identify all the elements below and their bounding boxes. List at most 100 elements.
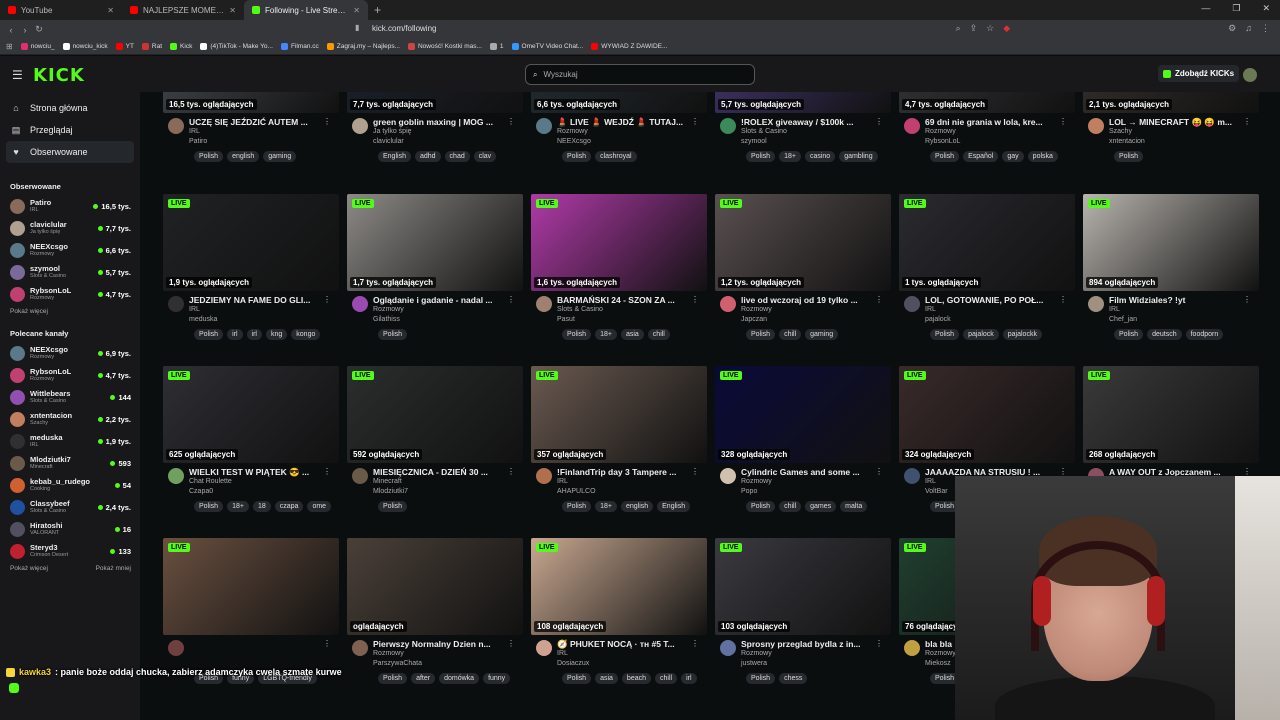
stream-thumbnail[interactable]: LIVE 894 oglądających [1083,194,1259,291]
stream-title[interactable]: live od wczoraj od 19 tylko ... [741,295,876,305]
streamer-avatar[interactable] [352,640,368,656]
streamer-avatar[interactable] [720,468,736,484]
tag-chip[interactable]: chill [779,329,802,340]
stream-title[interactable]: green goblin maxing | MOG ... [373,117,508,127]
bookmark[interactable]: Nowość! Kostki mas... [407,43,482,50]
stream-category[interactable]: Minecraft [373,478,402,485]
bookmark[interactable]: OmeTV Video Chat... [511,43,583,50]
bookmark[interactable]: nowciu_kick [62,43,108,50]
sidebar-channel[interactable]: szymool Slots & Casino 5,7 tys. [0,261,140,283]
tag-chip[interactable]: Polish [746,151,776,162]
streamer-name[interactable]: Pasut [557,316,575,323]
streamer-name[interactable]: justwera [741,660,767,667]
stream-card[interactable]: LIVE 357 oglądających !FinlandTrip day 3 T… [531,366,707,517]
kick-logo[interactable]: KICK [33,65,85,86]
stream-title[interactable]: 69 dni nie grania w lola, kre... [925,117,1060,127]
stream-title[interactable]: WIELKI TEST W PIĄTEK 😎 ... [189,467,324,478]
tag-chip[interactable]: gay [1002,151,1024,162]
tag-chip[interactable]: clashroyal [595,151,637,162]
streamer-avatar[interactable] [168,296,184,312]
more-options-icon[interactable]: ⋮ [691,295,699,304]
tag-chip[interactable]: Polish [746,673,776,684]
sidebar-channel[interactable]: Steryd3 Crimson Desert 133 [0,540,140,562]
stream-card[interactable]: LIVE 1,7 tys. oglądających Oglądanie i gad… [347,194,523,345]
zoom-icon[interactable]: ⌕ [956,23,961,34]
streamer-name[interactable]: Patiro [189,138,207,145]
streamer-name[interactable]: meduska [189,316,217,323]
tag-chip[interactable]: casino [804,151,836,162]
streamer-avatar[interactable] [536,640,552,656]
stream-title[interactable]: Cylindric Games and some ... [741,467,876,477]
tag-chip[interactable]: clav [473,151,497,162]
stream-title[interactable]: Sprosny przeglad bydla z in... [741,639,876,649]
show-less-button[interactable]: Pokaż mniej [96,565,131,572]
streamer-avatar[interactable] [904,468,920,484]
tag-chip[interactable]: asia [595,673,618,684]
stream-card[interactable]: 16,5 tys. oglądających UCZĘ SIĘ JEŹDZIĆ A… [163,92,339,167]
stream-category[interactable]: IRL [1109,306,1120,313]
streamer-name[interactable]: Miekosz [925,660,951,667]
tag-chip[interactable]: English [657,501,691,512]
show-more-followed[interactable]: Pokaż więcej [0,308,140,315]
tag-chip[interactable]: 18+ [779,151,801,162]
nav-following[interactable]: ♥ Obserwowane [6,141,134,163]
stream-thumbnail[interactable]: 5,7 tys. oglądających [715,92,891,113]
bookmark[interactable]: nowciu_ [20,43,55,50]
tag-chip[interactable]: english [620,501,654,512]
stream-card[interactable]: LIVE 103 oglądających Sprosny przeglad byd… [715,538,891,689]
tag-chip[interactable]: Polish [1114,151,1144,162]
more-options-icon[interactable]: ⋮ [1059,295,1067,304]
tag-chip[interactable]: irl [681,673,697,684]
tag-chip[interactable]: Polish [930,151,960,162]
stream-category[interactable]: IRL [925,306,936,313]
sidebar-channel[interactable]: xntentacion Szachy 2,2 tys. [0,408,140,430]
streamer-name[interactable]: Popo [741,488,757,495]
stream-title[interactable]: !ROLEX giveaway / $100k ... [741,117,876,127]
sidebar-channel[interactable]: RybsonLoL Rozmowy 4,7 tys. [0,364,140,386]
stream-thumbnail[interactable]: LIVE 1,6 tys. oglądających [531,194,707,291]
stream-thumbnail[interactable]: 2,1 tys. oglądających [1083,92,1259,113]
tag-chip[interactable]: gaming [805,329,839,340]
stream-title[interactable]: LOL → MINECRAFT 😝 😝 m... [1109,117,1244,128]
tag-chip[interactable]: funny [483,673,511,684]
extension-icon[interactable]: ◆ [1003,23,1010,34]
tag-chip[interactable]: Polish [562,329,592,340]
stream-category[interactable]: Chat Roulette [189,478,232,485]
more-options-icon[interactable]: ⋮ [507,295,515,304]
sidebar-channel[interactable]: NEEXcsgo Rozmowy 6,6 tys. [0,239,140,261]
stream-category[interactable]: IRL [189,128,200,135]
tag-chip[interactable]: Polish [378,501,408,512]
stream-title[interactable]: Film Widziales? !yt [1109,295,1244,305]
bookmark[interactable]: 1 [489,43,504,50]
more-options-icon[interactable]: ⋮ [323,117,331,126]
streamer-name[interactable]: szymool [741,138,767,145]
stream-thumbnail[interactable]: LIVE 328 oglądających [715,366,891,463]
more-options-icon[interactable]: ⋮ [875,639,883,648]
tag-chip[interactable]: Polish [562,151,592,162]
stream-category[interactable]: Rozmowy [741,650,772,657]
get-kicks-button[interactable]: Zdobądź KICKs [1158,65,1240,82]
stream-thumbnail[interactable]: LIVE 357 oglądających [531,366,707,463]
bookmark[interactable]: Filman.cc [280,43,319,50]
tag-chip[interactable]: irl [246,329,262,340]
more-options-icon[interactable]: ⋮ [875,117,883,126]
stream-category[interactable]: Slots & Casino [557,306,603,313]
tag-chip[interactable]: kng [265,329,288,340]
stream-category[interactable]: Rozmowy [557,128,588,135]
close-icon[interactable]: ✕ [107,6,114,15]
tag-chip[interactable]: adhd [414,151,441,162]
url-field[interactable]: kick.com/following [372,24,436,33]
stream-thumbnail[interactable]: 16,5 tys. oglądających [163,92,339,113]
more-options-icon[interactable]: ⋮ [1243,117,1251,126]
stream-title[interactable]: LOL, GOTOWANIE, PO POŁ... [925,295,1060,305]
stream-title[interactable]: Oglądanie i gadanie - nadal ... [373,295,508,305]
more-options-icon[interactable]: ⋮ [1243,467,1251,476]
tag-chip[interactable]: irl [227,329,243,340]
bookmark[interactable]: (4)TikTok - Make Yo... [200,43,273,50]
sidebar-channel[interactable]: Wittlebears Slots & Casino 144 [0,386,140,408]
tag-chip[interactable]: Polish [746,329,776,340]
hamburger-menu-icon[interactable]: ☰ [12,68,23,82]
sidebar-channel[interactable]: Mlodziutki7 Minecraft 593 [0,452,140,474]
bookmark[interactable]: WYWIAD Z DAWIDE... [591,43,667,50]
streamer-avatar[interactable] [720,640,736,656]
